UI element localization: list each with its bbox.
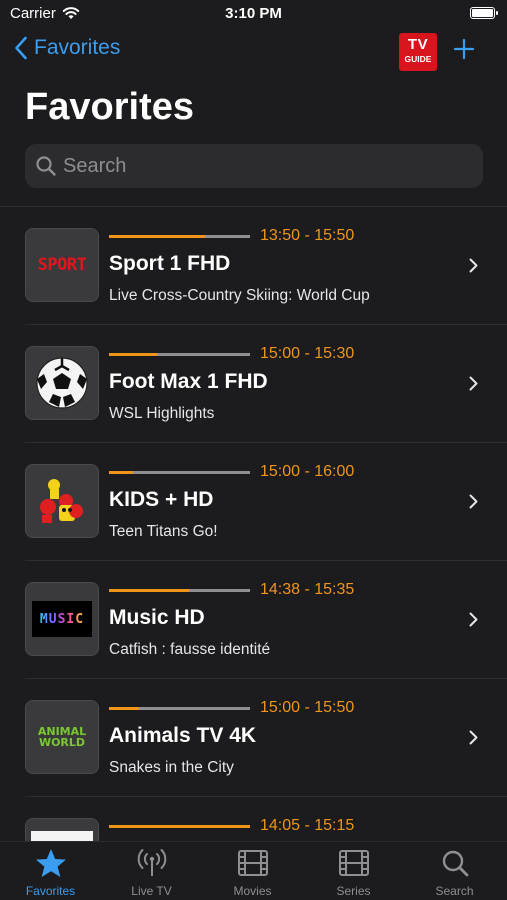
chevron-left-icon bbox=[15, 36, 27, 60]
channel-logo bbox=[25, 818, 99, 841]
status-bar: Carrier 3:10 PM bbox=[0, 0, 507, 28]
channel-logo-text: SPORT bbox=[37, 255, 87, 275]
film-icon bbox=[238, 850, 268, 876]
page-title: Favorites bbox=[25, 86, 194, 128]
cartoon-characters-icon bbox=[40, 479, 83, 523]
program-title: Catfish : fausse identité bbox=[109, 641, 271, 658]
channel-row[interactable]: 14:05 - 15:15 bbox=[0, 797, 507, 841]
channel-logo-music: MUSIC bbox=[25, 582, 99, 656]
add-button[interactable] bbox=[451, 36, 477, 62]
battery-icon bbox=[470, 7, 498, 19]
program-title: Teen Titans Go! bbox=[109, 523, 218, 540]
channel-name: Animals TV 4K bbox=[109, 724, 257, 747]
program-title: Snakes in the City bbox=[109, 759, 234, 776]
tab-label: Movies bbox=[233, 884, 272, 898]
channel-row[interactable]: SPORT 13:50 - 15:50 Sport 1 FHD Live Cro… bbox=[0, 207, 507, 325]
tab-label: Series bbox=[336, 884, 371, 898]
navigation-bar: Favorites TV GUIDE bbox=[0, 30, 507, 76]
chevron-right-icon bbox=[469, 258, 478, 273]
tv-guide-logo-guide: GUIDE bbox=[404, 54, 432, 64]
tab-label: Search bbox=[435, 884, 474, 898]
program-time: 15:00 - 15:50 bbox=[260, 699, 355, 716]
program-title: Live Cross-Country Skiing: World Cup bbox=[109, 287, 370, 304]
channel-list: SPORT 13:50 - 15:50 Sport 1 FHD Live Cro… bbox=[0, 207, 507, 841]
program-title: WSL Highlights bbox=[109, 405, 215, 422]
progress-bar bbox=[109, 589, 250, 592]
program-time: 13:50 - 15:50 bbox=[260, 227, 355, 244]
chevron-right-icon bbox=[469, 376, 478, 391]
channel-name: Music HD bbox=[109, 606, 205, 629]
search-icon bbox=[442, 850, 469, 877]
tab-search[interactable]: Search bbox=[404, 842, 505, 900]
tab-series[interactable]: Series bbox=[303, 842, 404, 900]
channel-logo-text: MUSIC bbox=[39, 611, 85, 627]
star-icon bbox=[36, 849, 66, 877]
tab-live-tv[interactable]: Live TV bbox=[101, 842, 202, 900]
antenna-icon bbox=[137, 849, 167, 876]
channel-name: Sport 1 FHD bbox=[109, 252, 231, 275]
program-time: 14:05 - 15:15 bbox=[260, 817, 355, 834]
tab-favorites[interactable]: Favorites bbox=[0, 842, 101, 900]
program-time: 15:00 - 16:00 bbox=[260, 463, 355, 480]
program-time: 15:00 - 15:30 bbox=[260, 345, 355, 362]
channel-name: KIDS + HD bbox=[109, 488, 214, 511]
progress-bar bbox=[109, 471, 250, 474]
film-icon bbox=[339, 850, 369, 876]
channel-row[interactable]: 15:00 - 16:00 KIDS + HD Teen Titans Go! bbox=[0, 443, 507, 561]
channel-row[interactable]: MUSIC 14:38 - 15:35 Music HD Catfish : f… bbox=[0, 561, 507, 679]
tv-guide-button[interactable]: TV GUIDE bbox=[399, 33, 437, 71]
program-time: 14:38 - 15:35 bbox=[260, 581, 355, 598]
progress-bar bbox=[109, 353, 250, 356]
search-input[interactable] bbox=[63, 144, 463, 188]
search-bar[interactable] bbox=[25, 144, 483, 188]
soccer-ball-icon bbox=[36, 357, 88, 409]
channel-logo-text: ANIMAL WORLD bbox=[37, 725, 87, 749]
tab-label: Live TV bbox=[131, 884, 172, 898]
tab-label: Favorites bbox=[25, 884, 76, 898]
channel-row[interactable]: 15:00 - 15:30 Foot Max 1 FHD WSL Highlig… bbox=[0, 325, 507, 443]
back-button-label: Favorites bbox=[34, 36, 121, 59]
back-button[interactable]: Favorites bbox=[14, 36, 120, 60]
progress-bar bbox=[109, 707, 250, 710]
progress-bar bbox=[109, 235, 250, 238]
channel-name: Foot Max 1 FHD bbox=[109, 370, 268, 393]
channel-logo-sport: SPORT bbox=[25, 228, 99, 302]
chevron-right-icon bbox=[469, 612, 478, 627]
tab-bar: Favorites Live TV Movies Series Search bbox=[0, 841, 507, 900]
soccer-ball-logo bbox=[25, 346, 99, 420]
tab-movies[interactable]: Movies bbox=[202, 842, 303, 900]
kids-cartoon-logo bbox=[25, 464, 99, 538]
tv-guide-logo-tv: TV bbox=[407, 36, 429, 53]
chevron-right-icon bbox=[469, 494, 478, 509]
channel-row[interactable]: ANIMAL WORLD 15:00 - 15:50 Animals TV 4K… bbox=[0, 679, 507, 797]
status-time: 3:10 PM bbox=[225, 5, 282, 22]
search-icon bbox=[36, 156, 56, 176]
channel-logo-animal-world: ANIMAL WORLD bbox=[25, 700, 99, 774]
progress-bar bbox=[109, 825, 250, 828]
chevron-right-icon bbox=[469, 730, 478, 745]
